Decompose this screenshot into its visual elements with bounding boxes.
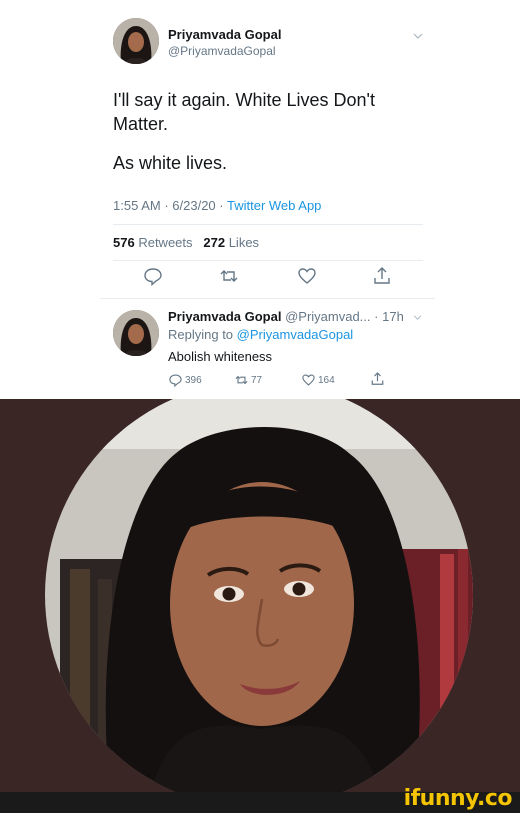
reply-text: Abolish whiteness: [168, 349, 273, 364]
profile-photo: [0, 399, 520, 792]
retweet-icon[interactable]: [219, 266, 239, 286]
chevron-down-icon[interactable]: [413, 30, 423, 42]
tweet-card: Priyamvada Gopal @PriyamvadaGopal I'll s…: [0, 0, 520, 399]
reply-retweets-count: 77: [251, 374, 263, 386]
author-avatar[interactable]: [113, 18, 159, 64]
tweet-date[interactable]: 6/23/20: [172, 198, 215, 213]
reply-reply-button[interactable]: 396: [168, 373, 202, 387]
reply-author-name[interactable]: Priyamvada Gopal: [168, 309, 281, 324]
tweet-time[interactable]: 1:55 AM: [113, 198, 161, 213]
reply-age[interactable]: 17h: [382, 309, 404, 324]
tweet-text-line2: As white lives.: [113, 153, 228, 173]
reply-replies-count: 396: [185, 374, 202, 386]
replying-to: Replying to @PriyamvadaGopal: [168, 327, 353, 342]
replying-prefix: Replying to: [168, 327, 234, 342]
reply-like-button[interactable]: 164: [301, 373, 335, 387]
reply-author-avatar[interactable]: [113, 310, 159, 356]
divider: [113, 224, 423, 225]
divider: [100, 298, 435, 299]
tweet-text-line1: I'll say it again. White Lives Don't Mat…: [113, 90, 375, 135]
reply-icon[interactable]: [143, 266, 163, 286]
reply-actions: 396 77 164: [0, 371, 520, 389]
reply-author-handle[interactable]: @Priyamvad...: [285, 309, 370, 324]
reply-retweet-button[interactable]: 77: [234, 373, 262, 387]
likes-count: 272: [203, 235, 226, 250]
reply-likes-count: 164: [318, 374, 335, 386]
tweet-actions: [0, 266, 520, 292]
replying-handle-link[interactable]: @PriyamvadaGopal: [237, 327, 354, 342]
share-icon[interactable]: [372, 266, 392, 286]
author-handle[interactable]: @PriyamvadaGopal: [168, 44, 276, 58]
retweets-stat[interactable]: 576 Retweets: [113, 235, 193, 250]
tweet-meta: 1:55 AM · 6/23/20 · Twitter Web App: [113, 198, 321, 213]
tweet-stats: 576 Retweets 272 Likes: [113, 235, 259, 250]
like-icon[interactable]: [297, 266, 317, 286]
retweets-count: 576: [113, 235, 135, 250]
like-icon: [302, 374, 315, 386]
chevron-down-icon[interactable]: [413, 309, 422, 324]
watermark-logo: ifunny.co: [403, 786, 513, 811]
author-name[interactable]: Priyamvada Gopal: [168, 27, 281, 42]
retweet-icon: [235, 375, 248, 385]
divider: [113, 260, 423, 261]
likes-label: Likes: [228, 235, 260, 250]
reply-icon: [169, 374, 182, 387]
meta-separator: ·: [219, 198, 227, 213]
likes-stat[interactable]: 272 Likes: [203, 235, 259, 250]
tweet-app[interactable]: Twitter Web App: [227, 198, 321, 213]
retweets-label: Retweets: [138, 235, 193, 250]
share-icon[interactable]: [370, 371, 387, 387]
meta-separator: ·: [374, 309, 383, 324]
reply-header: Priyamvada Gopal @Priyamvad... · 17h: [168, 309, 422, 324]
